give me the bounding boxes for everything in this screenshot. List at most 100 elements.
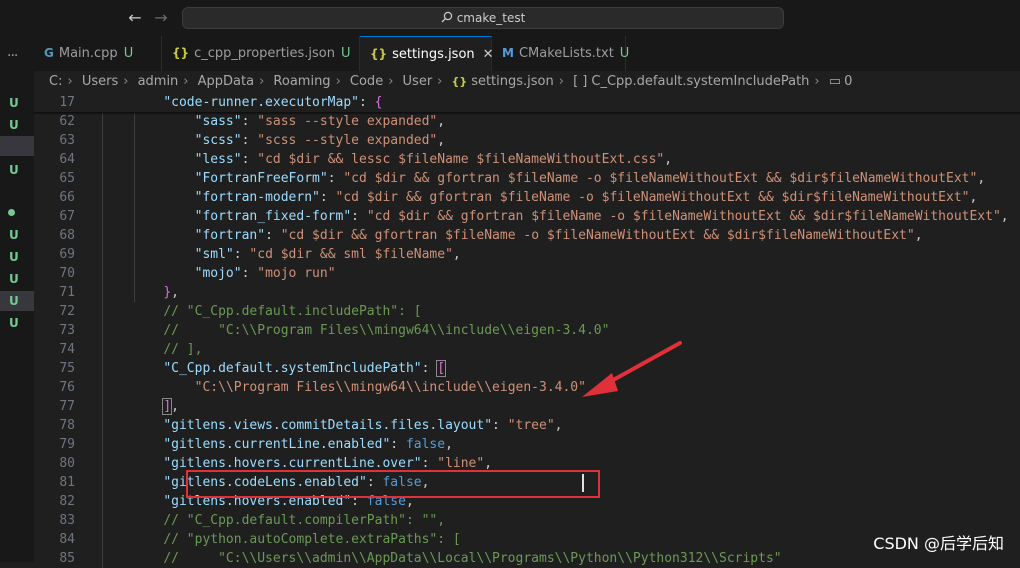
code-line[interactable]: 78 "gitlens.views.commitDetails.files.la… [34,416,1020,435]
untracked-marker: U [9,294,19,308]
search-icon [441,11,452,23]
code-line[interactable]: 77 ], [34,397,1020,416]
code-line[interactable]: 67 "fortran_fixed-form": "cd $dir && gfo… [34,207,1020,226]
editor-tab-bar: G Main.cpp U {} c_cpp_properties.json U {} se… [34,36,1020,71]
cpp-file-icon: G [44,46,54,60]
code-text: // "python.autoComplete.extraPaths": [ [163,532,461,547]
annotation-arrow-icon [582,341,682,397]
breadcrumb-item[interactable]: Users [82,71,118,93]
code-text: "fortran_fixed-form": "cd $dir && gfortr… [194,209,1009,224]
code-text: "C_Cpp.default.systemIncludePath": [ [163,360,447,377]
chevron-right-icon: › [335,74,341,89]
code-line[interactable]: 71 }, [34,283,1020,302]
code-line[interactable]: 79 "gitlens.currentLine.enabled": false, [34,435,1020,454]
code-text: "FortranFreeForm": "cd $dir && gfortran … [194,171,986,186]
json-braces-icon: {} [370,47,388,61]
code-text: "C:\\Program Files\\mingw64\\include\\ei… [194,380,586,395]
ellipsis-icon[interactable]: ··· [7,48,18,64]
line-number: 66 [59,190,75,205]
code-line[interactable]: 85 // "C:\\Users\\admin\\AppData\\Local\… [34,549,1020,568]
code-line[interactable]: 74 // ], [34,340,1020,359]
code-text: "mojo": "mojo run" [194,266,336,281]
line-number: 65 [59,171,75,186]
chevron-right-icon: › [259,74,265,89]
line-number: 67 [59,209,75,224]
code-text: "scss": "scss --style expanded", [194,133,446,148]
code-editor[interactable]: 17 "code-runner.executorMap": {62 "sass"… [34,93,1020,568]
tab-settings-json[interactable]: {} settings.json ✕ [360,36,494,71]
untracked-marker: U [9,118,19,132]
code-line[interactable]: 65 "FortranFreeForm": "cd $dir && gfortr… [34,169,1020,188]
tab-status: U [619,46,630,61]
code-text: "less": "cd $dir && lessc $fileName $fil… [194,152,673,167]
code-text: // "C_Cpp.default.compilerPath": "", [163,513,446,528]
activity-bar: ··· U U U U U U U U [0,36,34,562]
modified-dot-icon [8,209,15,216]
line-number: 81 [59,475,75,490]
breadcrumb-index[interactable]: 0 [844,71,852,93]
breadcrumb-item[interactable]: admin [138,71,179,93]
code-line[interactable]: 68 "fortran": "cd $dir && gfortran $file… [34,226,1020,245]
code-line[interactable]: 66 "fortran-modern": "cd $dir && gfortra… [34,188,1020,207]
chevron-right-icon: › [67,74,73,89]
breadcrumb-item[interactable]: Code [350,71,383,93]
code-line[interactable]: 17 "code-runner.executorMap": { [34,93,1020,112]
numeric-key-icon: ▭ [828,74,842,89]
breadcrumb-item[interactable]: C: [49,71,62,93]
json-braces-icon: {} [172,46,190,60]
tab-main-cpp[interactable]: G Main.cpp U [34,36,162,71]
tab-cmakelists-txt[interactable]: M CMakeLists.txt U [492,36,629,71]
breadcrumb-symbol[interactable]: C_Cpp.default.systemIncludePath [591,71,809,93]
line-number: 17 [59,95,75,110]
code-text: "sml": "cd $dir && sml $fileName", [194,247,461,262]
line-number: 63 [59,133,75,148]
line-number: 77 [59,399,75,414]
tab-status: U [340,46,351,61]
line-number: 68 [59,228,75,243]
code-text: }, [163,285,179,300]
code-line[interactable]: 72 // "C_Cpp.default.includePath": [ [34,302,1020,321]
code-text: // "C:\\Program Files\\mingw64\\include\… [163,323,610,338]
code-line[interactable]: 84 // "python.autoComplete.extraPaths": … [34,530,1020,549]
code-line[interactable]: 64 "less": "cd $dir && lessc $fileName $… [34,150,1020,169]
sticky-scroll-shadow [34,112,1020,115]
untracked-marker: U [9,163,19,177]
code-line[interactable]: 76 "C:\\Program Files\\mingw64\\include\… [34,378,1020,397]
chevron-right-icon: › [814,74,820,89]
code-text: // ], [163,342,203,357]
forward-arrow-icon[interactable]: → [150,7,172,29]
annotation-highlight-box [186,470,600,498]
code-line[interactable]: 63 "scss": "scss --style expanded", [34,131,1020,150]
code-text: "gitlens.currentLine.enabled": false, [163,437,453,452]
code-line[interactable]: 73 // "C:\\Program Files\\mingw64\\inclu… [34,321,1020,340]
line-number: 83 [59,513,75,528]
cmake-m-icon: M [502,46,514,60]
line-number: 70 [59,266,75,281]
code-text: // "C:\\Users\\admin\\AppData\\Local\\Pr… [163,551,782,566]
chevron-right-icon: › [388,74,394,89]
tab-label: settings.json [392,47,475,62]
tab-c-cpp-properties-json[interactable]: {} c_cpp_properties.json U [162,36,360,71]
untracked-marker: U [9,316,19,330]
code-line[interactable]: 83 // "C_Cpp.default.compilerPath": "", [34,511,1020,530]
line-number: 85 [59,551,75,566]
code-line[interactable]: 69 "sml": "cd $dir && sml $fileName", [34,245,1020,264]
breadcrumb-item[interactable]: AppData [198,71,254,93]
line-number: 80 [59,456,75,471]
untracked-marker: U [9,96,19,110]
array-brackets-icon: [ ] [573,74,588,89]
code-line[interactable]: 75 "C_Cpp.default.systemIncludePath": [ [34,359,1020,378]
line-number: 75 [59,361,75,376]
tab-status: U [123,46,134,61]
breadcrumb-item[interactable]: Roaming [273,71,330,93]
back-arrow-icon[interactable]: ← [124,7,146,29]
command-center-search[interactable]: cmake_test [182,7,784,29]
line-number: 78 [59,418,75,433]
chevron-right-icon: › [558,74,564,89]
code-line[interactable]: 70 "mojo": "mojo run" [34,264,1020,283]
breadcrumb-item[interactable]: User [403,71,433,93]
breadcrumb-file[interactable]: settings.json [471,71,554,93]
chevron-right-icon: › [437,74,443,89]
line-number: 64 [59,152,75,167]
title-bar: ← → cmake_test [0,0,1020,36]
